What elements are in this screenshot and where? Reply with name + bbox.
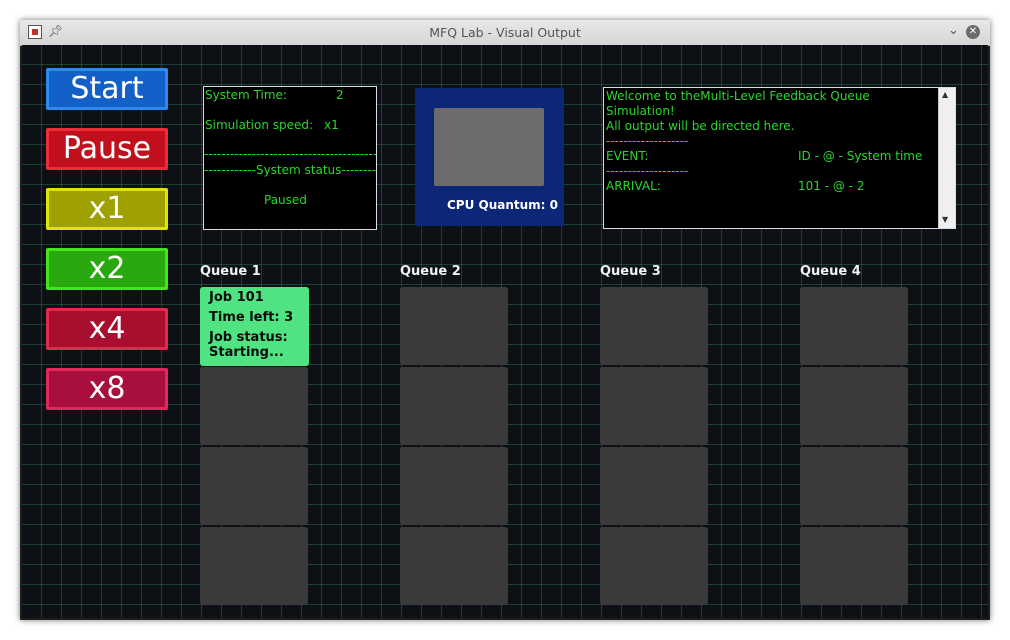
scroll-up-icon[interactable]: ▲ bbox=[942, 90, 948, 99]
log-arrival-value: 101 - @ - 2 bbox=[798, 179, 865, 193]
output-log-panel[interactable]: Welcome to theMulti-Level Feedback Queue… bbox=[603, 87, 956, 229]
log-arrival-label: ARRIVAL: bbox=[606, 179, 661, 193]
title-bar[interactable]: 📌︎ MFQ Lab - Visual Output ⌄ ✕ bbox=[20, 20, 990, 46]
log-line: ------------------- bbox=[606, 164, 689, 178]
queue-2-slot bbox=[400, 367, 508, 445]
simulation-speed-value: x1 bbox=[324, 118, 339, 132]
queue-4-slot bbox=[800, 527, 908, 605]
system-status-value: Paused bbox=[264, 193, 307, 207]
speed-x2-button[interactable]: x2 bbox=[46, 248, 168, 290]
queue-2-slot bbox=[400, 527, 508, 605]
close-icon[interactable]: ✕ bbox=[966, 25, 980, 39]
queue-3-slot bbox=[600, 367, 708, 445]
log-event-header: ID - @ - System time bbox=[798, 149, 923, 163]
job-id: Job 101 bbox=[209, 290, 264, 305]
queue-1-slot bbox=[200, 527, 308, 605]
log-line: ------------------- bbox=[606, 134, 689, 148]
speed-x8-button[interactable]: x8 bbox=[46, 368, 168, 410]
job-status-label: Job status: bbox=[209, 330, 288, 345]
start-button[interactable]: Start bbox=[46, 68, 168, 110]
cpu-box: CPU Quantum: 0 bbox=[415, 88, 564, 226]
queue-4-slot bbox=[800, 447, 908, 525]
log-arrival-row: ARRIVAL: 101 - @ - 2 bbox=[606, 179, 936, 194]
queue-1-slot bbox=[200, 367, 308, 445]
status-separator: ----------------------------------------… bbox=[204, 147, 376, 161]
output-log-text: Welcome to theMulti-Level Feedback Queue… bbox=[606, 89, 936, 194]
queue-4-slot bbox=[800, 287, 908, 365]
cpu-quantum-label: CPU Quantum: 0 bbox=[446, 198, 558, 212]
queue-3-slot bbox=[600, 527, 708, 605]
job-time-left: Time left: 3 bbox=[209, 310, 294, 325]
queue-3-label: Queue 3 bbox=[600, 264, 661, 279]
app-window: 📌︎ MFQ Lab - Visual Output ⌄ ✕ Start Pau… bbox=[20, 20, 990, 620]
log-event-label: EVENT: bbox=[606, 149, 649, 163]
queue-4-label: Queue 4 bbox=[800, 264, 861, 279]
system-time-label: System Time: bbox=[205, 88, 287, 102]
system-time-value: 2 bbox=[336, 88, 344, 102]
queue-3-slot bbox=[600, 447, 708, 525]
log-scrollbar[interactable]: ▲ ▼ bbox=[938, 88, 955, 228]
system-status-panel: System Time: 2 Simulation speed: x1 ----… bbox=[203, 86, 377, 230]
simulation-canvas: Start Pause x1 x2 x4 x8 System Time: 2 S… bbox=[22, 45, 988, 618]
job-status-value: Starting... bbox=[209, 345, 284, 360]
log-line: Simulation! bbox=[606, 104, 675, 118]
queue-1-slot bbox=[200, 447, 308, 525]
scroll-down-icon[interactable]: ▼ bbox=[942, 215, 948, 224]
queue-4-slot bbox=[800, 367, 908, 445]
job-card[interactable]: Job 101 Time left: 3 Job status: Startin… bbox=[200, 287, 309, 366]
window-title: MFQ Lab - Visual Output bbox=[429, 25, 581, 40]
minimize-icon[interactable]: ⌄ bbox=[948, 23, 959, 38]
log-line: All output will be directed here. bbox=[606, 119, 795, 133]
queue-2-slot bbox=[400, 447, 508, 525]
simulation-speed-label: Simulation speed: bbox=[205, 118, 314, 132]
queue-3-slot bbox=[600, 287, 708, 365]
queue-2-slot bbox=[400, 287, 508, 365]
queue-1-label: Queue 1 bbox=[200, 264, 261, 279]
log-line: Welcome to theMulti-Level Feedback Queue bbox=[606, 89, 870, 103]
cpu-screen bbox=[434, 108, 544, 186]
speed-x4-button[interactable]: x4 bbox=[46, 308, 168, 350]
log-event-row: EVENT: ID - @ - System time bbox=[606, 149, 936, 164]
system-status-header: ------------System status--------- bbox=[204, 163, 376, 177]
speed-x1-button[interactable]: x1 bbox=[46, 188, 168, 230]
pause-button[interactable]: Pause bbox=[46, 128, 168, 170]
queue-2-label: Queue 2 bbox=[400, 264, 461, 279]
